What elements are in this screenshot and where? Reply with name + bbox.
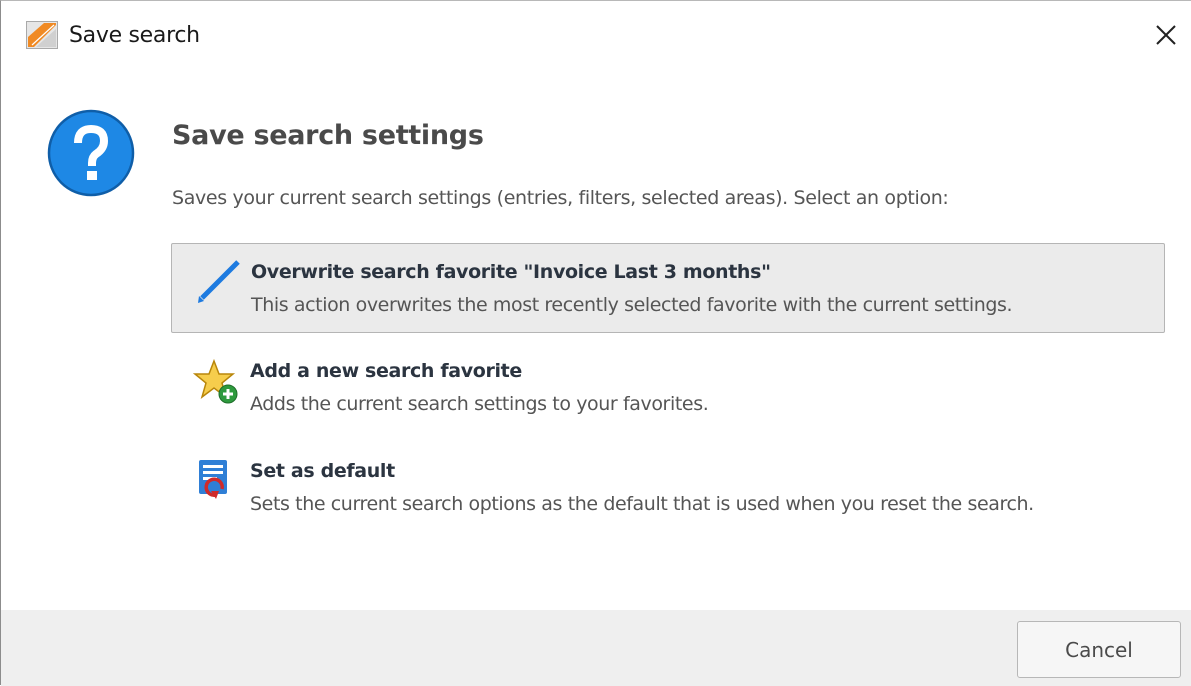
option-title: Overwrite search favorite "Invoice Last …: [251, 261, 771, 283]
cancel-button[interactable]: Cancel: [1017, 621, 1181, 678]
star-add-icon: [192, 357, 241, 405]
option-set-default[interactable]: Set as default Sets the current search o…: [171, 443, 1165, 533]
set-default-icon: [193, 457, 241, 505]
close-icon: [1156, 25, 1176, 45]
close-button[interactable]: [1149, 18, 1183, 52]
option-title: Set as default: [250, 460, 395, 482]
dialog-footer: Cancel: [1, 610, 1191, 686]
option-description: This action overwrites the most recently…: [251, 294, 1013, 316]
window-title: Save search: [69, 23, 200, 48]
app-logo-icon: [26, 21, 58, 49]
option-overwrite-favorite[interactable]: Overwrite search favorite "Invoice Last …: [171, 243, 1165, 333]
dialog-heading: Save search settings: [172, 120, 484, 151]
pencil-icon: [194, 258, 242, 306]
option-description: Adds the current search settings to your…: [250, 393, 709, 415]
question-icon: [47, 109, 135, 197]
title-bar: Save search: [1, 1, 1191, 71]
option-title: Add a new search favorite: [250, 360, 522, 382]
save-search-dialog: Save search Save search settings Saves y…: [0, 0, 1191, 686]
option-add-favorite[interactable]: Add a new search favorite Adds the curre…: [171, 343, 1165, 433]
option-description: Sets the current search options as the d…: [250, 493, 1034, 515]
dialog-description: Saves your current search settings (entr…: [172, 187, 949, 209]
